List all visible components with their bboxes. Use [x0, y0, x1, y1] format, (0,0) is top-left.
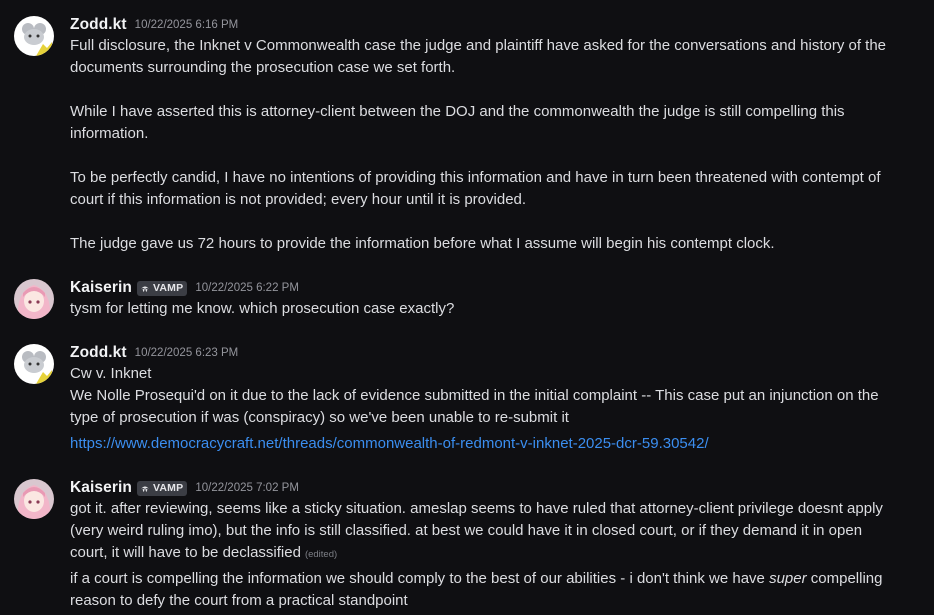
message-header: Zodd.kt 10/22/2025 6:23 PM: [70, 342, 238, 364]
thread-link[interactable]: https://www.democracycraft.net/threads/c…: [70, 435, 709, 452]
message-text-line: court, it will have to be declassified (e…: [70, 542, 920, 566]
role-tag-label: VAMP: [152, 282, 184, 294]
message-header: Zodd.kt 10/22/2025 6:16 PM: [70, 14, 238, 36]
message-text-line: Full disclosure, the Inknet v Commonweal…: [70, 37, 887, 54]
role-tag[interactable]: VAMP: [136, 480, 188, 496]
message-header: Kaiserin VAMP 10/22/2025 6:22 PM: [70, 277, 299, 299]
role-tag[interactable]: VAMP: [136, 280, 188, 296]
chat-message-list: Zodd.kt 10/22/2025 6:16 PM Full disclosu…: [0, 0, 934, 615]
message-text-line: court if this information is not provide…: [70, 191, 527, 208]
message-text: court, it will have to be declassified: [70, 544, 301, 561]
message-text-line: type of prosecution if was (conspiracy) …: [70, 409, 569, 426]
message-text-line: if a court is compelling the information…: [70, 568, 920, 590]
message-text-line: tysm for letting me know. which prosecut…: [70, 300, 455, 317]
username[interactable]: Zodd.kt: [70, 16, 127, 34]
vamp-tag-icon: [140, 486, 149, 492]
message-text-line: information.: [70, 125, 149, 142]
username[interactable]: Kaiserin: [70, 479, 132, 497]
timestamp[interactable]: 10/22/2025 7:02 PM: [195, 482, 299, 494]
vamp-tag-icon: [140, 286, 149, 292]
message-text: if a court is compelling the information…: [70, 570, 770, 587]
timestamp[interactable]: 10/22/2025 6:16 PM: [135, 19, 239, 31]
mouse-avatar[interactable]: [14, 344, 54, 384]
timestamp[interactable]: 10/22/2025 6:23 PM: [135, 347, 239, 359]
message-text-line: While I have asserted this is attorney-c…: [70, 103, 845, 120]
message-text-line: The judge gave us 72 hours to provide th…: [70, 235, 775, 252]
timestamp[interactable]: 10/22/2025 6:22 PM: [195, 282, 299, 294]
anime-girl-avatar[interactable]: [14, 279, 54, 319]
edited-marker: (edited): [304, 549, 338, 560]
message-text-line: (very weird ruling imo), but the info is…: [70, 522, 863, 539]
message-text-line: To be perfectly candid, I have no intent…: [70, 169, 881, 186]
message-link-line: https://www.democracycraft.net/threads/c…: [70, 433, 920, 455]
message-text: compelling: [806, 570, 883, 587]
anime-girl-avatar-image: [14, 479, 54, 519]
anime-girl-avatar-image: [14, 279, 54, 319]
emphasis-text: super: [769, 570, 807, 587]
mouse-avatar[interactable]: [14, 16, 54, 56]
mouse-avatar-image: [14, 16, 54, 56]
mouse-avatar-image: [14, 344, 54, 384]
message-text-line: reason to defy the court from a practica…: [70, 592, 408, 609]
username[interactable]: Kaiserin: [70, 279, 132, 297]
message-text-line: documents surrounding the prosecution ca…: [70, 59, 456, 76]
message-text-line: Cw v. Inknet: [70, 365, 152, 382]
role-tag-label: VAMP: [152, 482, 184, 494]
username[interactable]: Zodd.kt: [70, 344, 127, 362]
message-header: Kaiserin VAMP 10/22/2025 7:02 PM: [70, 477, 299, 499]
anime-girl-avatar[interactable]: [14, 479, 54, 519]
message-text-line: We Nolle Prosequi'd on it due to the lac…: [70, 387, 879, 404]
message-text-line: got it. after reviewing, seems like a st…: [70, 500, 883, 517]
